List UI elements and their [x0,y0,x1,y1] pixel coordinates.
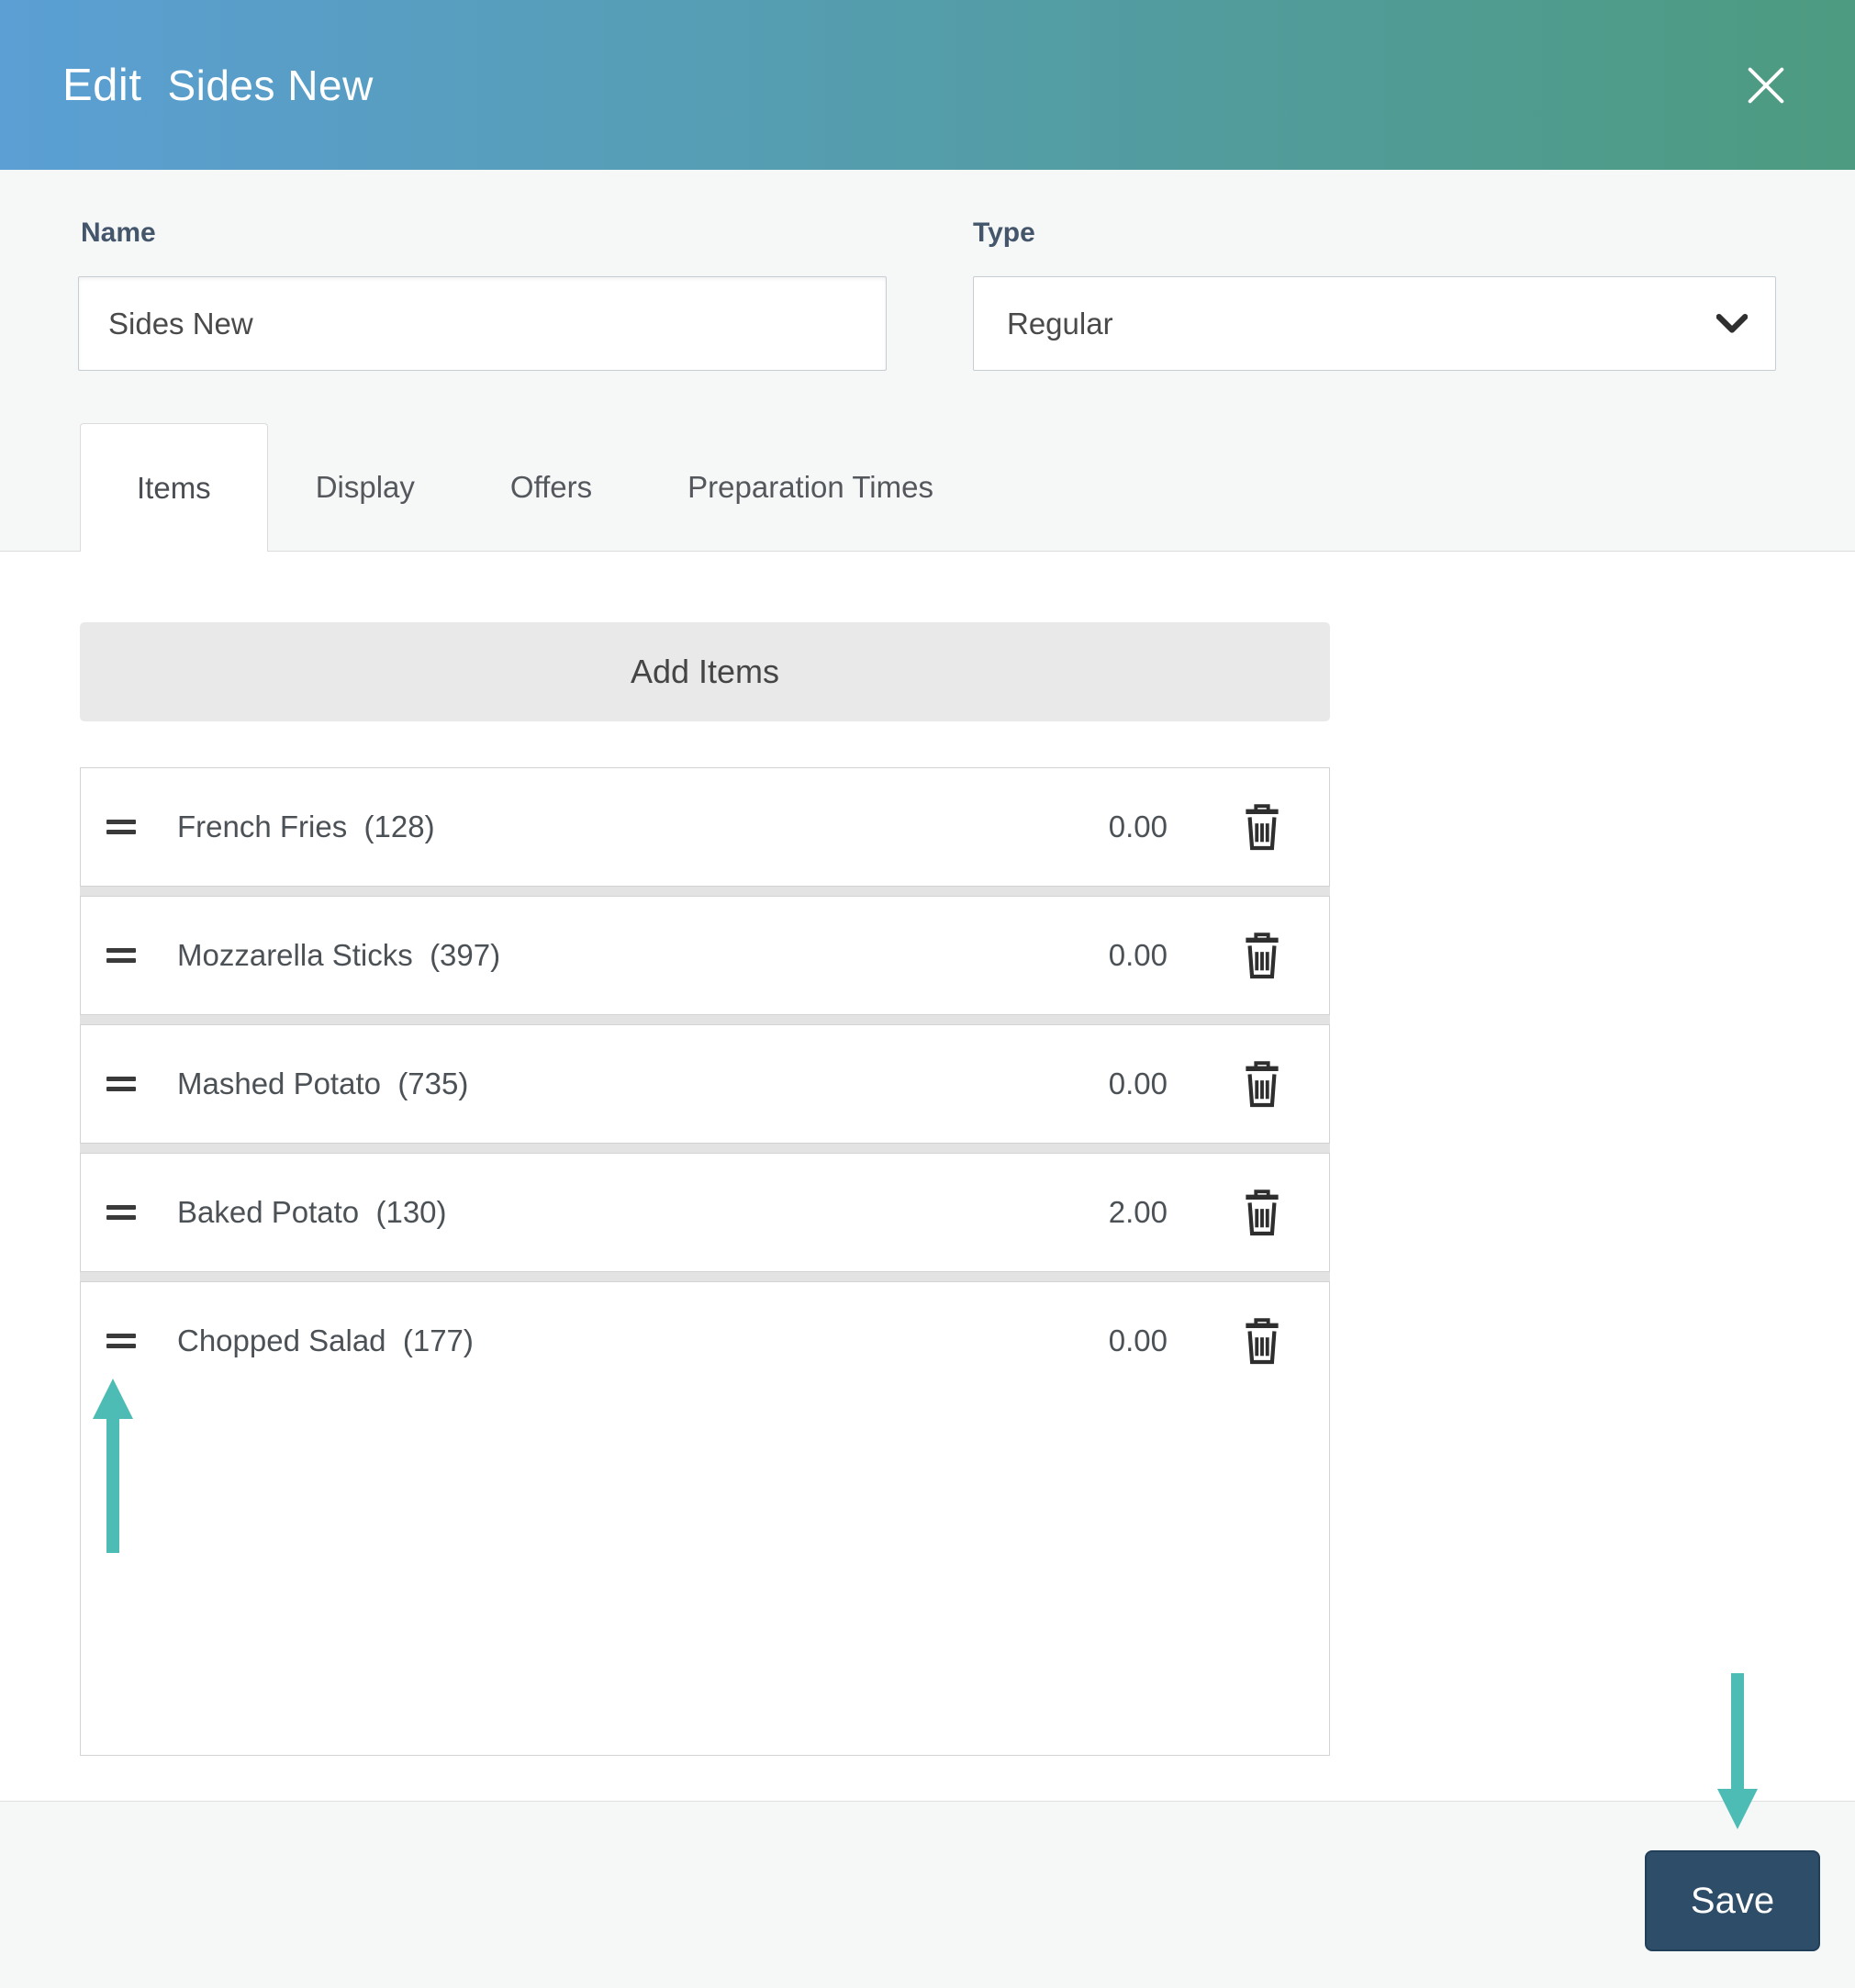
type-label: Type [973,218,1035,248]
item-price: 0.00 [1108,1067,1168,1100]
drag-handle-icon[interactable] [106,1077,136,1091]
modal-footer: Save [0,1801,1855,1988]
delete-item-button[interactable] [1241,1189,1283,1236]
add-items-button[interactable]: Add Items [80,622,1330,721]
item-row: Mashed Potato (735) 0.00 [80,1024,1330,1144]
delete-item-button[interactable] [1241,1060,1283,1108]
modal-header: Edit Sides New [0,0,1855,170]
save-pointer-arrow [1717,1673,1758,1829]
items-list: French Fries (128) 0.00 Mozzarella Stick… [80,767,1330,1756]
name-label: Name [81,218,156,248]
tab-display[interactable]: Display [268,423,463,552]
item-price: 0.00 [1108,810,1168,843]
delete-item-button[interactable] [1241,1317,1283,1365]
item-label: Chopped Salad (177) [177,1323,474,1357]
item-row: Mozzarella Sticks (397) 0.00 [80,896,1330,1015]
modal-title-entity: Sides New [167,61,374,109]
drag-handle-icon[interactable] [106,948,136,963]
close-icon-glyph [1748,67,1784,103]
tab-bar: Items Display Offers Preparation Times [80,423,981,552]
form-section: Name Type Regular Items Display Offers P… [0,170,1855,552]
item-row: French Fries (128) 0.00 [80,767,1330,887]
item-row: Baked Potato (130) 2.00 [80,1153,1330,1272]
drag-handle-icon[interactable] [106,820,136,834]
edit-category-modal: Edit Sides New Name Type Regular Items D… [0,0,1855,1988]
name-input[interactable] [78,276,887,371]
item-label: French Fries (128) [177,810,435,843]
drag-handle-pointer-arrow [93,1379,133,1553]
arrow-up-icon [93,1379,133,1419]
trash-icon [1246,804,1279,851]
tab-items[interactable]: Items [80,423,268,552]
trash-icon [1246,933,1279,979]
drag-handle-icon[interactable] [106,1205,136,1220]
trash-icon [1246,1189,1279,1236]
items-tab-panel: Add Items French Fries (128) 0.00 Mozzar… [0,552,1855,1801]
drag-handle-icon[interactable] [106,1334,136,1348]
delete-item-button[interactable] [1241,803,1283,851]
arrow-down-icon [1717,1789,1758,1829]
close-icon[interactable] [1739,59,1793,112]
chevron-down-icon [1716,313,1748,333]
type-select[interactable]: Regular [973,276,1776,371]
item-price: 0.00 [1108,938,1168,972]
item-price: 2.00 [1108,1195,1168,1229]
trash-icon [1246,1061,1279,1108]
tab-offers[interactable]: Offers [463,423,640,552]
delete-item-button[interactable] [1241,932,1283,979]
item-label: Mashed Potato (735) [177,1067,469,1100]
save-button[interactable]: Save [1645,1850,1820,1951]
tab-preparation-times[interactable]: Preparation Times [640,423,981,552]
trash-icon [1246,1318,1279,1365]
type-select-value: Regular [1007,306,1113,341]
item-label: Mozzarella Sticks (397) [177,938,501,972]
modal-title-action: Edit [62,60,142,110]
item-label: Baked Potato (130) [177,1195,447,1229]
item-price: 0.00 [1108,1323,1168,1357]
item-row: Chopped Salad (177) 0.00 [80,1281,1330,1756]
